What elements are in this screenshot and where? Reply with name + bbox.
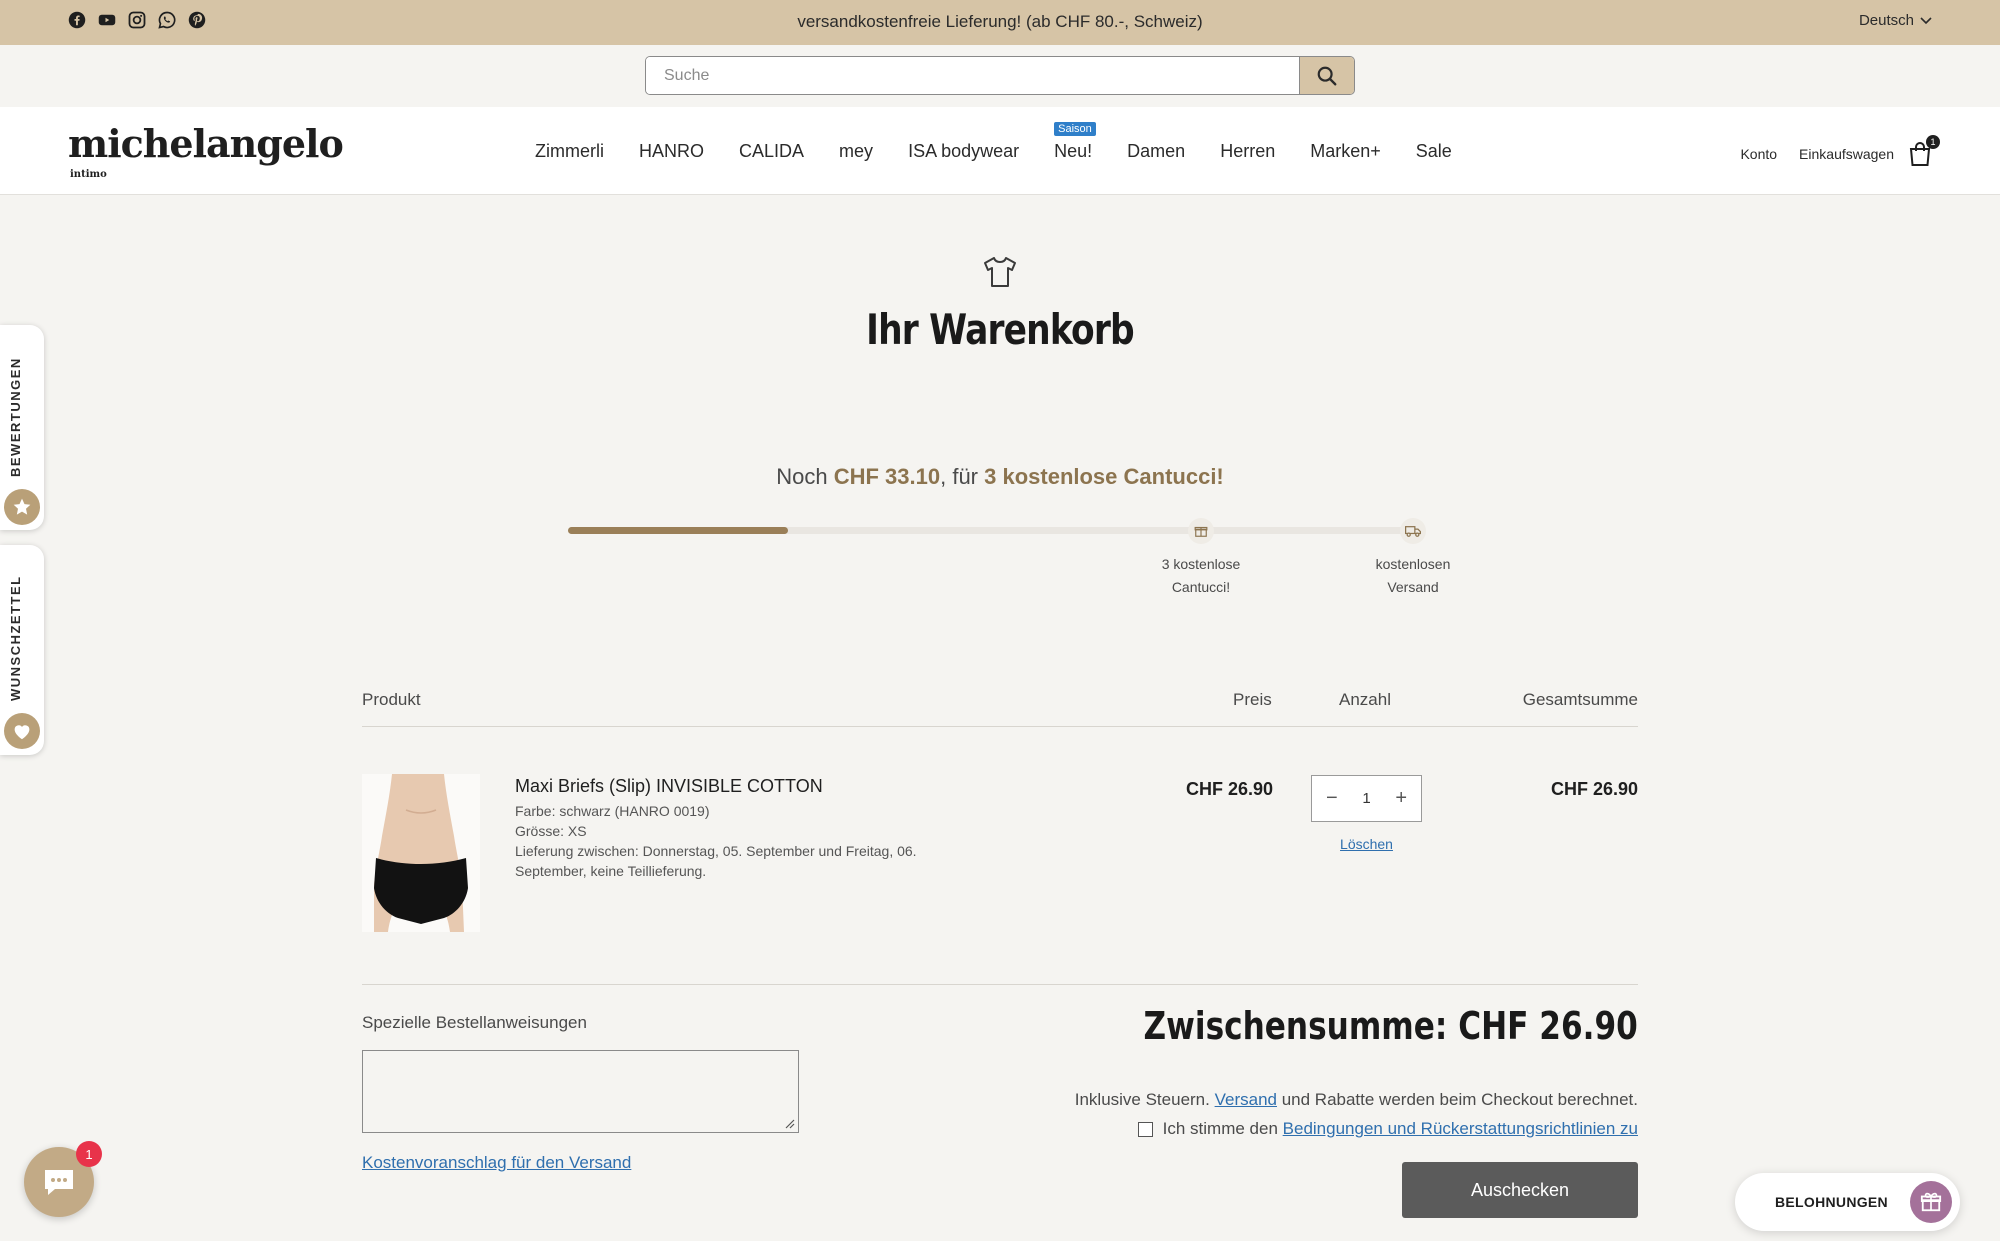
milestone-gift-line2: Cantucci! [1171,579,1231,595]
milestone-gift-label: 3 kostenlose Cantucci! [1131,553,1271,599]
account-link[interactable]: Konto [1740,146,1777,162]
nav-item-sale[interactable]: Sale [1416,141,1452,162]
table-divider-bottom [362,984,1638,985]
nav-item-marken[interactable]: Marken+ [1310,141,1381,162]
nav-item-calida[interactable]: CALIDA [739,141,804,162]
quantity-increase-button[interactable]: + [1395,787,1407,810]
search-button[interactable] [1299,57,1354,94]
search-input[interactable] [646,57,1299,94]
reviews-tab[interactable]: BEWERTUNGEN [0,325,44,530]
progress-prefix: Noch [776,464,834,489]
tax-suffix: und Rabatte werden beim Checkout berechn… [1276,1090,1638,1109]
search-icon [1317,66,1337,85]
chat-icon [45,1170,73,1195]
announcement-text: versandkostenfreie Lieferung! (ab CHF 80… [797,12,1203,31]
product-size: Grösse: XS [515,823,587,839]
language-label: Deutsch [1858,12,1914,29]
truck-icon [1405,526,1421,537]
search-row [0,45,2000,107]
quantity-stepper: − 1 + [1311,775,1422,822]
page-title: Ihr Warenkorb [866,305,1135,354]
table-divider-top [362,726,1638,727]
nav-item-damen[interactable]: Damen [1127,141,1185,162]
progress-reward: 3 kostenlose Cantucci! [984,464,1224,489]
search-box [645,56,1355,95]
chevron-down-icon [1920,16,1932,24]
logo-text: michelangelo [68,121,344,166]
progress-bar-fill [568,527,788,534]
shipping-link[interactable]: Versand [1215,1090,1277,1109]
milestone-shipping [1400,518,1426,544]
cart-link[interactable]: Einkaufswagen [1799,146,1894,162]
rewards-label: BELOHNUNGEN [1775,1194,1888,1210]
language-selector[interactable]: Deutsch [1859,12,1932,29]
quantity-value[interactable]: 1 [1362,790,1370,807]
milestone-shipping-label: kostenlosen Versand [1343,553,1483,599]
wishlist-tab[interactable]: WUNSCHZETTEL [0,545,44,755]
agree-prefix: Ich stimme den [1162,1119,1283,1138]
product-image[interactable] [362,774,480,932]
col-header-product: Produkt [362,690,421,709]
milestone-gift [1188,518,1214,544]
logo-subtext: intimo [70,169,107,180]
progress-bar [568,527,1413,534]
gift-icon [1194,526,1208,537]
main-nav: Zimmerli HANRO CALIDA mey ISA bodywear S… [535,122,1452,162]
milestone-shipping-line2: Versand [1387,579,1439,595]
cart-count-badge: 1 [1926,135,1940,149]
item-total: CHF 26.90 [1550,779,1638,799]
nav-item-hanro[interactable]: HANRO [639,141,704,162]
reviews-tab-label: BEWERTUNGEN [8,357,23,477]
site-header: michelangelo intimo Zimmerli HANRO CALID… [0,107,2000,195]
milestone-shipping-line1: kostenlosen [1375,556,1451,572]
checkout-button[interactable]: Auschecken [1402,1162,1638,1218]
nav-item-neu[interactable]: Saison Neu! [1054,122,1096,162]
order-notes-textarea[interactable] [362,1050,799,1133]
col-header-price: Preis [1233,690,1272,709]
star-icon [4,489,40,525]
nav-item-herren[interactable]: Herren [1220,141,1275,162]
tshirt-icon [984,257,1016,287]
chat-notification-badge: 1 [76,1141,102,1167]
free-gift-message: Noch CHF 33.10, für 3 kostenlose Cantucc… [0,464,2000,490]
tax-prefix: Inklusive Steuern. [1074,1090,1215,1109]
product-name[interactable]: Maxi Briefs (Slip) INVISIBLE COTTON [515,776,823,797]
product-delivery: Lieferung zwischen: Donnerstag, 05. Sept… [515,843,917,879]
order-notes-label: Spezielle Bestellanweisungen [362,1013,587,1032]
nav-item-neu-label: Neu! [1054,141,1093,161]
rewards-button[interactable]: BELOHNUNGEN [1735,1173,1960,1231]
resize-handle-icon [785,1119,795,1129]
nav-item-zimmerli[interactable]: Zimmerli [535,141,604,162]
item-price: CHF 26.90 [1185,779,1273,799]
progress-middle: , für [940,464,985,489]
announcement-bar: versandkostenfreie Lieferung! (ab CHF 80… [0,0,2000,45]
terms-agreement: Ich stimme den Bedingungen und Rückersta… [1137,1119,1638,1139]
shipping-estimate-link[interactable]: Kostenvoranschlag für den Versand [362,1153,631,1173]
nav-item-isa-bodywear[interactable]: ISA bodywear [908,141,1019,162]
quantity-decrease-button[interactable]: − [1326,787,1338,810]
tax-note: Inklusive Steuern. Versand und Rabatte w… [1075,1090,1638,1110]
product-photo [362,774,480,932]
gift-icon [1910,1181,1952,1223]
progress-amount: CHF 33.10 [833,464,941,489]
remove-item-link[interactable]: Löschen [1311,836,1422,852]
heart-icon [4,713,40,749]
col-header-qty: Anzahl [1339,690,1391,709]
account-area: Konto Einkaufswagen 1 [1740,135,1940,167]
terms-checkbox[interactable] [1137,1121,1153,1137]
wishlist-tab-label: WUNSCHZETTEL [8,575,23,701]
product-color: Farbe: schwarz (HANRO 0019) [515,803,710,819]
subtotal: Zwischensumme: CHF 26.90 [1143,1004,1638,1048]
milestone-gift-line1: 3 kostenlose [1161,556,1241,572]
col-header-total: Gesamtsumme [1522,690,1638,709]
site-logo[interactable]: michelangelo intimo [68,121,344,180]
nav-item-mey[interactable]: mey [839,141,873,162]
nav-badge-saison: Saison [1054,122,1096,136]
cart-button[interactable]: 1 [1908,135,1940,167]
terms-link[interactable]: Bedingungen und Rückerstattungsrichtlini… [1283,1119,1638,1138]
